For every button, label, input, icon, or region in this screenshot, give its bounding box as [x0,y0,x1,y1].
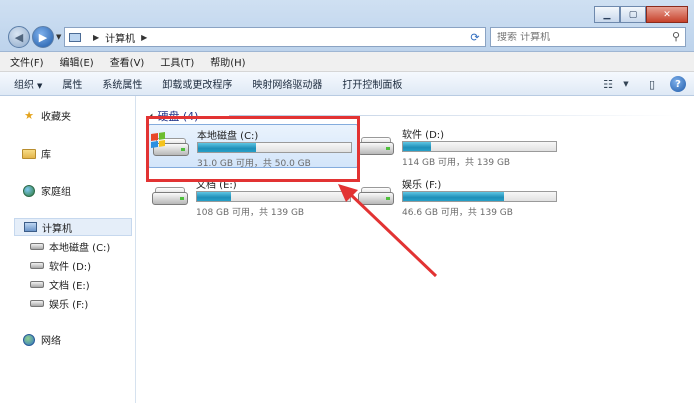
drive-usage-bar [196,191,351,202]
drive-space-info: 108 GB 可用，共 139 GB [196,208,305,218]
arrow-left-icon: ◀ [14,30,24,44]
drive-icon [30,281,44,288]
help-icon[interactable]: ? [670,76,686,92]
view-dropdown-icon[interactable]: ▼ [618,76,634,92]
menu-file[interactable]: 文件(F) [10,54,44,69]
library-icon [22,148,36,159]
drive-icon [358,186,394,206]
sidebar-item-computer[interactable]: 计算机 [14,218,132,236]
organize-button[interactable]: 组织 ▼ [14,76,42,91]
menu-bar: 文件(F) 编辑(E) 查看(V) 工具(T) 帮助(H) [0,52,694,72]
drive-space-info: 46.6 GB 可用，共 139 GB [402,208,513,218]
drive-tile-d[interactable]: 软件 (D:) 114 GB 可用，共 139 GB [354,124,564,168]
search-box[interactable]: ⚲ [490,27,686,47]
minimize-button[interactable]: ▁ [594,6,620,23]
system-drive-icon [30,243,44,250]
navigation-pane: ★ 收藏夹 库 家庭组 计算机 本地磁盘 (C:) 软件 (D:) 文档 (E:… [0,96,136,403]
title-bar: ▁ ▢ ✕ ◀ ▶ ▼ ▶ 计算机 ▶ ▼ ⟳ ⚲ [0,0,694,52]
window-controls: ▁ ▢ ✕ [594,6,688,23]
menu-tools[interactable]: 工具(T) [160,54,194,69]
refresh-button[interactable]: ⟳ [466,29,484,45]
drive-usage-bar [402,191,557,202]
maximize-button[interactable]: ▢ [620,6,646,23]
command-toolbar: 组织 ▼ 属性 系统属性 卸载或更改程序 映射网络驱动器 打开控制面板 ☷ ▼ ▯… [0,72,694,96]
network-icon [23,333,35,346]
uninstall-program-button[interactable]: 卸载或更改程序 [162,76,232,91]
view-options-icon[interactable]: ☷ [600,76,616,92]
arrow-right-icon: ▶ [38,30,48,44]
open-control-panel-button[interactable]: 打开控制面板 [342,76,402,91]
drive-usage-fill [403,192,504,201]
menu-edit[interactable]: 编辑(E) [60,54,94,69]
sidebar-item-favorites[interactable]: ★ 收藏夹 [22,108,71,123]
forward-button[interactable]: ▶ [32,26,54,48]
computer-icon [23,222,37,232]
search-input[interactable] [497,31,667,43]
breadcrumb-computer[interactable]: 计算机 [105,30,135,45]
drive-usage-fill [197,192,231,201]
drive-tile-f[interactable]: 娱乐 (F:) 46.6 GB 可用，共 139 GB [354,174,564,218]
drive-icon [152,186,188,206]
back-button[interactable]: ◀ [8,26,30,48]
drive-name: 娱乐 (F:) [402,180,442,191]
drive-name: 软件 (D:) [402,130,445,141]
recent-pages-dropdown[interactable]: ▼ [56,33,61,41]
sidebar-item-drive-e[interactable]: 文档 (E:) [30,277,90,292]
star-icon: ★ [24,109,34,122]
system-properties-button[interactable]: 系统属性 [102,76,142,91]
sidebar-item-drive-c[interactable]: 本地磁盘 (C:) [30,239,110,254]
menu-view[interactable]: 查看(V) [110,54,145,69]
sidebar-item-homegroup[interactable]: 家庭组 [22,183,71,198]
map-network-drive-button[interactable]: 映射网络驱动器 [252,76,322,91]
address-bar[interactable]: ▶ 计算机 ▶ ▼ [64,27,519,47]
drive-icon [30,262,44,269]
homegroup-icon [23,184,35,197]
toolbar-right: ☷ ▼ ▯ ? [590,76,686,92]
properties-button[interactable]: 属性 [62,76,82,91]
sidebar-item-drive-d[interactable]: 软件 (D:) [30,258,91,273]
sidebar-item-drive-f[interactable]: 娱乐 (F:) [30,296,88,311]
drive-icon [358,136,394,156]
drive-usage-fill [403,142,431,151]
chevron-down-icon: ▼ [37,82,43,90]
preview-pane-icon[interactable]: ▯ [644,76,660,92]
chevron-right-icon[interactable]: ▶ [141,33,147,42]
drive-icon [30,300,44,307]
annotation-highlight-box [146,116,360,182]
drive-usage-bar [402,141,557,152]
drive-space-info: 114 GB 可用，共 139 GB [402,158,511,168]
sidebar-item-network[interactable]: 网络 [22,332,61,347]
refresh-icon: ⟳ [470,30,480,44]
sidebar-item-libraries[interactable]: 库 [22,146,51,161]
chevron-right-icon[interactable]: ▶ [93,33,99,42]
menu-help[interactable]: 帮助(H) [210,54,245,69]
search-icon[interactable]: ⚲ [672,30,680,43]
computer-icon [69,32,81,42]
close-button[interactable]: ✕ [646,6,688,23]
